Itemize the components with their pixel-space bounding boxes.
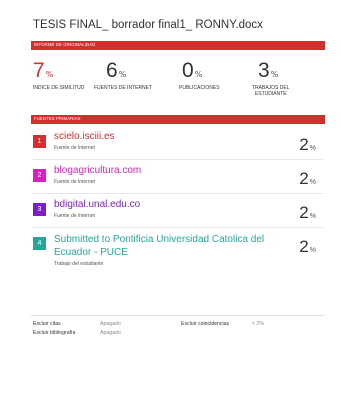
- student-papers-value: 3: [258, 59, 270, 82]
- similarity-index-value: 7: [33, 59, 45, 82]
- row-divider: [33, 193, 323, 194]
- row-divider: [33, 227, 323, 228]
- source-rank-badge: 3: [33, 203, 46, 216]
- source-name-link[interactable]: blogagricultura.com: [54, 165, 141, 176]
- internet-sources-unit: %: [118, 70, 127, 79]
- exclude-bibliography-value: Apagado: [100, 330, 121, 336]
- source-percentage-unit: %: [309, 247, 316, 254]
- source-percentage: 2%: [299, 135, 316, 155]
- primary-sources-label: FUENTES PRIMARIAS: [34, 116, 81, 121]
- internet-sources-stat: 6% FUENTES DE INTERNET: [94, 59, 152, 91]
- source-percentage-value: 2: [299, 237, 309, 256]
- source-percentage-value: 2: [299, 203, 309, 222]
- source-percentage-value: 2: [299, 169, 309, 188]
- internet-sources-value: 6: [106, 59, 118, 82]
- source-name-link[interactable]: Submitted to Pontificia Universidad Cato…: [54, 233, 274, 259]
- source-type: Trabajo del estudiante: [54, 261, 104, 267]
- student-papers-label: TRABAJOS DEL ESTUDIANTE: [252, 85, 290, 98]
- publications-label: PUBLICACIONES: [179, 85, 220, 91]
- source-percentage-unit: %: [309, 179, 316, 186]
- source-rank-badge: 1: [33, 135, 46, 148]
- similarity-index-label: INDICE DE SIMILITUD: [33, 85, 85, 91]
- exclude-matches-label: Excluir coincidencias: [181, 321, 230, 327]
- source-percentage: 2%: [299, 169, 316, 189]
- source-row-1[interactable]: 1 scielo.isciii.es Fuente de Internet 2%: [33, 131, 323, 162]
- exclude-quotes-value: Apagado: [100, 321, 121, 327]
- source-type: Fuente de Internet: [54, 179, 95, 185]
- publications-value: 0: [182, 59, 194, 82]
- source-type: Fuente de Internet: [54, 145, 95, 151]
- exclude-quotes-label: Excluir citas: [33, 321, 61, 327]
- student-papers-unit: %: [270, 70, 279, 79]
- similarity-index-unit: %: [45, 70, 54, 79]
- source-rank-badge: 4: [33, 237, 46, 250]
- source-row-2[interactable]: 2 blogagricultura.com Fuente de Internet…: [33, 165, 323, 196]
- source-name-link[interactable]: scielo.isciii.es: [54, 131, 115, 142]
- source-row-4[interactable]: 4 Submitted to Pontificia Universidad Ca…: [33, 234, 323, 276]
- source-name-link[interactable]: bdigital.unal.edu.co: [54, 199, 140, 210]
- document-title: TESIS FINAL_ borrador final1_ RONNY.docx: [33, 19, 263, 31]
- source-percentage-unit: %: [309, 145, 316, 152]
- source-percentage-value: 2: [299, 135, 309, 154]
- originality-report-header: INFORME DE ORIGINALIDAD: [31, 41, 325, 50]
- student-papers-label-line2: ESTUDIANTE: [254, 90, 287, 97]
- source-percentage: 2%: [299, 237, 316, 257]
- primary-sources-header: FUENTES PRIMARIAS: [31, 115, 325, 124]
- student-papers-stat: 3% TRABAJOS DEL ESTUDIANTE: [252, 59, 290, 97]
- source-rank-badge: 2: [33, 169, 46, 182]
- internet-sources-label: FUENTES DE INTERNET: [94, 85, 153, 91]
- row-divider: [33, 159, 323, 160]
- similarity-index-stat: 7% INDICE DE SIMILITUD: [33, 59, 84, 91]
- originality-report-page: TESIS FINAL_ borrador final1_ RONNY.docx…: [0, 0, 341, 404]
- originality-report-label: INFORME DE ORIGINALIDAD: [34, 42, 96, 47]
- exclude-bibliography-label: Excluir bibliografía: [33, 330, 76, 336]
- footer-divider: [31, 315, 325, 316]
- source-row-3[interactable]: 3 bdigital.unal.edu.co Fuente de Interne…: [33, 199, 323, 230]
- source-type: Fuente de Internet: [54, 213, 95, 219]
- source-percentage: 2%: [299, 203, 316, 223]
- publications-unit: %: [194, 70, 203, 79]
- exclude-matches-value: < 2%: [252, 321, 264, 327]
- source-percentage-unit: %: [309, 213, 316, 220]
- publications-stat: 0% PUBLICACIONES: [179, 59, 220, 91]
